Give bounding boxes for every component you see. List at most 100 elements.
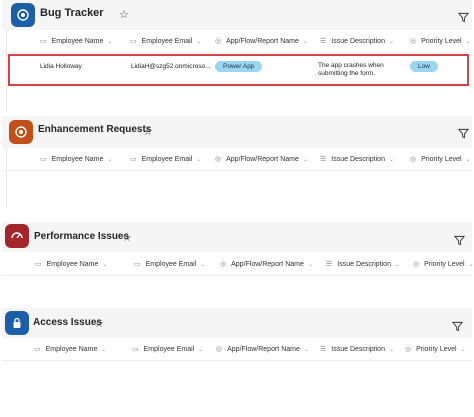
chevron-down-icon[interactable]: ⌄ bbox=[395, 261, 400, 268]
performance-app-icon[interactable] bbox=[5, 224, 29, 248]
column-header-app-name[interactable]: ◎ App/Flow/Report Name ⌄ bbox=[220, 253, 313, 275]
performance-issues-panel: Performance Issues ☆ ▭ Employee Name ⌄ ▭ Em… bbox=[2, 222, 474, 278]
chevron-down-icon[interactable]: ⌄ bbox=[466, 38, 471, 45]
column-label: Employee Email bbox=[143, 345, 195, 353]
column-header-employee-name[interactable]: ▭ Employee Name ⌄ bbox=[40, 148, 112, 170]
favorite-star-icon[interactable]: ☆ bbox=[94, 317, 104, 330]
chevron-down-icon[interactable]: ⌄ bbox=[102, 261, 107, 268]
column-header-employee-name[interactable]: ▭ Employee Name ⌄ bbox=[40, 30, 112, 52]
choice-column-icon: ◎ bbox=[413, 261, 420, 268]
app-name-pill: Power App bbox=[215, 61, 263, 72]
column-header-row: ▭ Employee Name ⌄ ▭ Employee Email ⌄ ◎ App/Fl… bbox=[2, 338, 472, 361]
column-header-app-name[interactable]: ◎ App/Flow/Report Name ⌄ bbox=[215, 148, 308, 170]
column-label: Employee Email bbox=[141, 155, 193, 163]
choice-column-icon: ◎ bbox=[215, 38, 222, 45]
text-column-icon: ▭ bbox=[40, 156, 47, 163]
employee-name-cell: Lidia Holloway bbox=[40, 63, 82, 70]
access-app-icon[interactable] bbox=[5, 311, 29, 335]
column-header-row: ▭ Employee Name ⌄ ▭ Employee Email ⌄ ◎ App/Fl… bbox=[2, 148, 472, 171]
list-row-selected[interactable]: Lidia Holloway LidiaH@szg52.onmicroso...… bbox=[8, 54, 469, 86]
choice-column-icon: ◎ bbox=[410, 156, 417, 163]
multiline-column-icon: ☰ bbox=[320, 156, 327, 163]
column-header-employee-email[interactable]: ▭ Employee Email ⌄ bbox=[134, 253, 205, 275]
column-label: Employee Name bbox=[51, 155, 104, 163]
access-issues-panel: Access Issues ☆ ▭ Employee Name ⌄ ▭ Employe… bbox=[2, 308, 472, 364]
priority-pill: Low bbox=[410, 61, 438, 72]
column-header-priority-level[interactable]: ◎ Priority Level ⌄ bbox=[410, 30, 471, 52]
enhancement-app-icon[interactable] bbox=[9, 120, 33, 144]
chevron-down-icon[interactable]: ⌄ bbox=[107, 156, 112, 163]
column-label: App/Flow/Report Name bbox=[231, 260, 304, 268]
column-header-employee-email[interactable]: ▭ Employee Email ⌄ bbox=[130, 30, 201, 52]
column-label: Employee Name bbox=[51, 37, 104, 45]
bug-tracker-panel: Bug Tracker ☆ ▭ Employee Name ⌄ ▭ Employee … bbox=[2, 0, 472, 112]
chevron-down-icon[interactable]: ⌄ bbox=[107, 38, 112, 45]
column-label: Priority Level bbox=[416, 345, 457, 353]
column-header-issue-description[interactable]: ☰ Issue Description ⌄ bbox=[320, 338, 394, 360]
multiline-column-icon: ☰ bbox=[326, 261, 333, 268]
column-header-employee-name[interactable]: ▭ Employee Name ⌄ bbox=[35, 253, 107, 275]
multiline-column-icon: ☰ bbox=[320, 346, 327, 353]
chevron-down-icon[interactable]: ⌄ bbox=[469, 261, 474, 268]
chevron-down-icon[interactable]: ⌄ bbox=[101, 346, 106, 353]
column-label: Employee Email bbox=[141, 37, 193, 45]
column-header-app-name[interactable]: ◎ App/Flow/Report Name ⌄ bbox=[216, 338, 309, 360]
text-column-icon: ▭ bbox=[40, 38, 47, 45]
filter-icon[interactable] bbox=[458, 12, 469, 23]
column-label: Issue Description bbox=[337, 260, 391, 268]
panel-title[interactable]: Performance Issues bbox=[34, 231, 129, 242]
column-header-app-name[interactable]: ◎ App/Flow/Report Name ⌄ bbox=[215, 30, 308, 52]
column-header-row: ▭ Employee Name ⌄ ▭ Employee Email ⌄ ◎ App/Fl… bbox=[2, 30, 472, 53]
text-column-icon: ▭ bbox=[130, 38, 137, 45]
chevron-down-icon[interactable]: ⌄ bbox=[389, 346, 394, 353]
column-header-employee-name[interactable]: ▭ Employee Name ⌄ bbox=[34, 338, 106, 360]
text-column-icon: ▭ bbox=[130, 156, 137, 163]
issue-description-line: submitting the form. bbox=[318, 70, 376, 77]
column-header-employee-email[interactable]: ▭ Employee Email ⌄ bbox=[132, 338, 203, 360]
favorite-star-icon[interactable]: ☆ bbox=[122, 231, 132, 244]
chevron-down-icon[interactable]: ⌄ bbox=[466, 156, 471, 163]
multiline-column-icon: ☰ bbox=[320, 38, 327, 45]
panel-title[interactable]: Access Issues bbox=[33, 317, 102, 328]
bug-tracker-app-icon[interactable] bbox=[11, 3, 35, 27]
column-header-issue-description[interactable]: ☰ Issue Description ⌄ bbox=[320, 148, 394, 170]
chevron-down-icon[interactable]: ⌄ bbox=[461, 346, 466, 353]
panel-title[interactable]: Bug Tracker bbox=[40, 7, 104, 19]
panel-title[interactable]: Enhancement Requests bbox=[38, 124, 151, 135]
chevron-down-icon[interactable]: ⌄ bbox=[303, 156, 308, 163]
favorite-star-icon[interactable]: ☆ bbox=[119, 8, 129, 21]
column-header-priority-level[interactable]: ◎ Priority Level ⌄ bbox=[413, 253, 474, 275]
column-label: Issue Description bbox=[331, 345, 385, 353]
chevron-down-icon[interactable]: ⌄ bbox=[196, 156, 201, 163]
filter-icon[interactable] bbox=[454, 235, 465, 246]
chevron-down-icon[interactable]: ⌄ bbox=[389, 156, 394, 163]
chevron-down-icon[interactable]: ⌄ bbox=[200, 261, 205, 268]
column-label: Employee Name bbox=[45, 345, 98, 353]
column-label: App/Flow/Report Name bbox=[227, 345, 300, 353]
column-header-priority-level[interactable]: ◎ Priority Level ⌄ bbox=[410, 148, 471, 170]
gauge-icon bbox=[11, 232, 23, 239]
column-header-employee-email[interactable]: ▭ Employee Email ⌄ bbox=[130, 148, 201, 170]
column-label: Priority Level bbox=[421, 155, 462, 163]
chevron-down-icon[interactable]: ⌄ bbox=[308, 261, 313, 268]
choice-column-icon: ◎ bbox=[216, 346, 223, 353]
filter-icon[interactable] bbox=[458, 128, 469, 139]
filter-icon[interactable] bbox=[452, 321, 463, 332]
column-header-issue-description[interactable]: ☰ Issue Description ⌄ bbox=[320, 30, 394, 52]
chevron-down-icon[interactable]: ⌄ bbox=[196, 38, 201, 45]
column-label: Issue Description bbox=[331, 155, 385, 163]
chevron-down-icon[interactable]: ⌄ bbox=[303, 38, 308, 45]
bug-icon bbox=[17, 9, 29, 21]
column-header-priority-level[interactable]: ◎ Priority Level ⌄ bbox=[405, 338, 466, 360]
column-label: Priority Level bbox=[421, 37, 462, 45]
issue-description-cell: The app crashes when submitting the form… bbox=[318, 62, 384, 78]
column-label: Employee Name bbox=[46, 260, 99, 268]
employee-email-cell: LidiaH@szg52.onmicroso... bbox=[131, 63, 211, 70]
text-column-icon: ▭ bbox=[132, 346, 139, 353]
column-header-issue-description[interactable]: ☰ Issue Description ⌄ bbox=[326, 253, 400, 275]
favorite-star-icon[interactable]: ☆ bbox=[143, 125, 153, 138]
chevron-down-icon[interactable]: ⌄ bbox=[304, 346, 309, 353]
column-header-row: ▭ Employee Name ⌄ ▭ Employee Email ⌄ ◎ App/Fl… bbox=[2, 253, 474, 276]
chevron-down-icon[interactable]: ⌄ bbox=[389, 38, 394, 45]
chevron-down-icon[interactable]: ⌄ bbox=[198, 346, 203, 353]
